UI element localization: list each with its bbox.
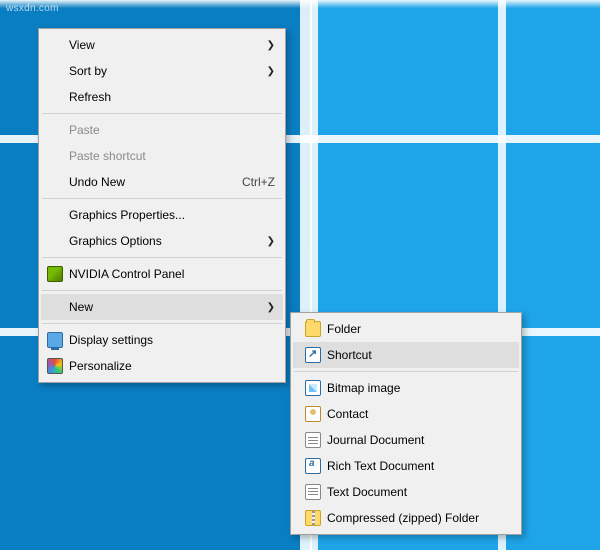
menu-separator bbox=[42, 113, 282, 114]
submenu-item-journal-document[interactable]: Journal Document bbox=[293, 427, 519, 453]
menu-label: Folder bbox=[327, 322, 511, 336]
spacer bbox=[47, 37, 69, 53]
menu-item-graphics-options[interactable]: Graphics Options ❯ bbox=[41, 228, 283, 254]
new-submenu: Folder Shortcut Bitmap image Contact Jou… bbox=[290, 312, 522, 535]
spacer bbox=[47, 63, 69, 79]
submenu-item-contact[interactable]: Contact bbox=[293, 401, 519, 427]
menu-label: Graphics Options bbox=[69, 234, 263, 248]
spacer bbox=[47, 207, 69, 223]
menu-label: Bitmap image bbox=[327, 381, 511, 395]
spacer bbox=[47, 233, 69, 249]
menu-separator bbox=[42, 257, 282, 258]
menu-label: Refresh bbox=[69, 90, 275, 104]
menu-item-refresh[interactable]: Refresh bbox=[41, 84, 283, 110]
menu-label: Journal Document bbox=[327, 433, 511, 447]
chevron-right-icon: ❯ bbox=[263, 40, 275, 51]
menu-separator bbox=[294, 371, 518, 372]
menu-label: Undo New bbox=[69, 175, 234, 189]
menu-item-paste: Paste bbox=[41, 117, 283, 143]
submenu-item-text-document[interactable]: Text Document bbox=[293, 479, 519, 505]
menu-label: Text Document bbox=[327, 485, 511, 499]
menu-item-personalize[interactable]: Personalize bbox=[41, 353, 283, 379]
submenu-item-compressed-folder[interactable]: Compressed (zipped) Folder bbox=[293, 505, 519, 531]
folder-icon bbox=[299, 321, 327, 337]
menu-label: Paste bbox=[69, 123, 275, 137]
submenu-item-shortcut[interactable]: Shortcut bbox=[293, 342, 519, 368]
personalize-icon bbox=[47, 358, 69, 374]
menu-label: Sort by bbox=[69, 64, 263, 78]
shortcut-icon bbox=[299, 347, 327, 363]
menu-label: NVIDIA Control Panel bbox=[69, 267, 275, 281]
chevron-right-icon: ❯ bbox=[263, 66, 275, 77]
contact-icon bbox=[299, 406, 327, 422]
zip-icon bbox=[299, 510, 327, 526]
menu-label: Shortcut bbox=[327, 348, 511, 362]
chevron-right-icon: ❯ bbox=[263, 236, 275, 247]
menu-item-new[interactable]: New ❯ bbox=[41, 294, 283, 320]
menu-label: Rich Text Document bbox=[327, 459, 511, 473]
menu-item-view[interactable]: View ❯ bbox=[41, 32, 283, 58]
text-icon bbox=[299, 484, 327, 500]
submenu-item-bitmap-image[interactable]: Bitmap image bbox=[293, 375, 519, 401]
display-icon bbox=[47, 332, 69, 348]
menu-accelerator: Ctrl+Z bbox=[242, 175, 275, 189]
menu-item-undo-new[interactable]: Undo New Ctrl+Z bbox=[41, 169, 283, 195]
submenu-item-folder[interactable]: Folder bbox=[293, 316, 519, 342]
spacer bbox=[47, 148, 69, 164]
menu-label: Personalize bbox=[69, 359, 275, 373]
spacer bbox=[47, 174, 69, 190]
rtf-icon bbox=[299, 458, 327, 474]
spacer bbox=[47, 122, 69, 138]
watermark-text: wsxdn.com bbox=[6, 3, 59, 14]
submenu-item-rich-text-document[interactable]: Rich Text Document bbox=[293, 453, 519, 479]
nvidia-icon bbox=[47, 266, 69, 282]
menu-label: Paste shortcut bbox=[69, 149, 275, 163]
menu-item-display-settings[interactable]: Display settings bbox=[41, 327, 283, 353]
menu-separator bbox=[42, 198, 282, 199]
menu-separator bbox=[42, 290, 282, 291]
menu-item-graphics-properties[interactable]: Graphics Properties... bbox=[41, 202, 283, 228]
chevron-right-icon: ❯ bbox=[263, 302, 275, 313]
bitmap-icon bbox=[299, 380, 327, 396]
menu-label: Graphics Properties... bbox=[69, 208, 275, 222]
menu-item-sort-by[interactable]: Sort by ❯ bbox=[41, 58, 283, 84]
desktop-context-menu: View ❯ Sort by ❯ Refresh Paste Paste sho… bbox=[38, 28, 286, 383]
menu-label: Contact bbox=[327, 407, 511, 421]
menu-label: Compressed (zipped) Folder bbox=[327, 511, 511, 525]
menu-label: View bbox=[69, 38, 263, 52]
menu-item-paste-shortcut: Paste shortcut bbox=[41, 143, 283, 169]
journal-icon bbox=[299, 432, 327, 448]
menu-label: New bbox=[69, 300, 263, 314]
menu-separator bbox=[42, 323, 282, 324]
menu-label: Display settings bbox=[69, 333, 275, 347]
spacer bbox=[47, 299, 69, 315]
spacer bbox=[47, 89, 69, 105]
menu-item-nvidia-control-panel[interactable]: NVIDIA Control Panel bbox=[41, 261, 283, 287]
